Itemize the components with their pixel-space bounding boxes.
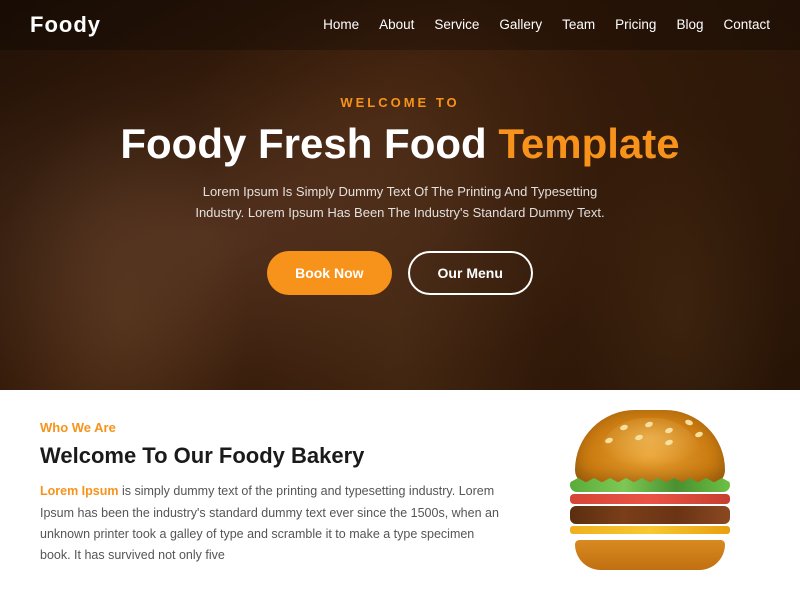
hero-subtitle: Welcome To — [120, 95, 679, 110]
bun-bottom — [575, 540, 725, 570]
brand-logo[interactable]: Foody — [30, 12, 101, 38]
hero-description: Lorem Ipsum Is Simply Dummy Text Of The … — [190, 182, 610, 224]
nav-home[interactable]: Home — [323, 17, 359, 32]
cheese-layer — [570, 526, 730, 534]
burger-illustration — [550, 410, 750, 590]
tomato-layer — [570, 494, 730, 504]
seed-3 — [664, 427, 673, 434]
burger-fillings — [570, 478, 730, 536]
nav-team[interactable]: Team — [562, 17, 595, 32]
navbar: Foody Home About Service Gallery Team Pr… — [0, 0, 800, 50]
about-text: Who We Are Welcome To Our Foody Bakery L… — [40, 420, 520, 580]
seed-7 — [664, 439, 673, 446]
nav-blog[interactable]: Blog — [676, 17, 703, 32]
burger — [565, 410, 735, 570]
nav-about[interactable]: About — [379, 17, 414, 32]
about-section: Who We Are Welcome To Our Foody Bakery L… — [0, 390, 800, 600]
our-menu-button[interactable]: Our Menu — [408, 251, 533, 295]
hero-title: Foody Fresh Food Template — [120, 120, 679, 168]
seed-4 — [684, 419, 693, 426]
nav-contact[interactable]: Contact — [723, 17, 770, 32]
bakery-description: Lorem Ipsum is simply dummy text of the … — [40, 481, 500, 566]
patty-layer — [570, 506, 730, 524]
lettuce-layer — [570, 478, 730, 492]
seed-2 — [644, 421, 653, 428]
seed-6 — [634, 434, 643, 441]
hero-section: Welcome To Foody Fresh Food Template Lor… — [0, 0, 800, 390]
hero-title-white: Foody Fresh Food — [120, 120, 486, 167]
nav-pricing[interactable]: Pricing — [615, 17, 656, 32]
nav-gallery[interactable]: Gallery — [499, 17, 542, 32]
nav-links: Home About Service Gallery Team Pricing … — [323, 16, 770, 34]
nav-service[interactable]: Service — [434, 17, 479, 32]
lorem-ipsum-highlight: Lorem Ipsum — [40, 484, 119, 498]
seed-5 — [604, 437, 613, 444]
seed-8 — [694, 431, 703, 438]
who-label: Who We Are — [40, 420, 500, 435]
hero-buttons: Book Now Our Menu — [120, 251, 679, 295]
bun-top — [575, 410, 725, 485]
seed-1 — [619, 424, 628, 431]
hero-content: Welcome To Foody Fresh Food Template Lor… — [80, 95, 719, 296]
burger-image-area — [520, 420, 760, 580]
hero-title-orange: Template — [498, 120, 679, 167]
book-now-button[interactable]: Book Now — [267, 251, 391, 295]
bakery-title: Welcome To Our Foody Bakery — [40, 443, 500, 469]
